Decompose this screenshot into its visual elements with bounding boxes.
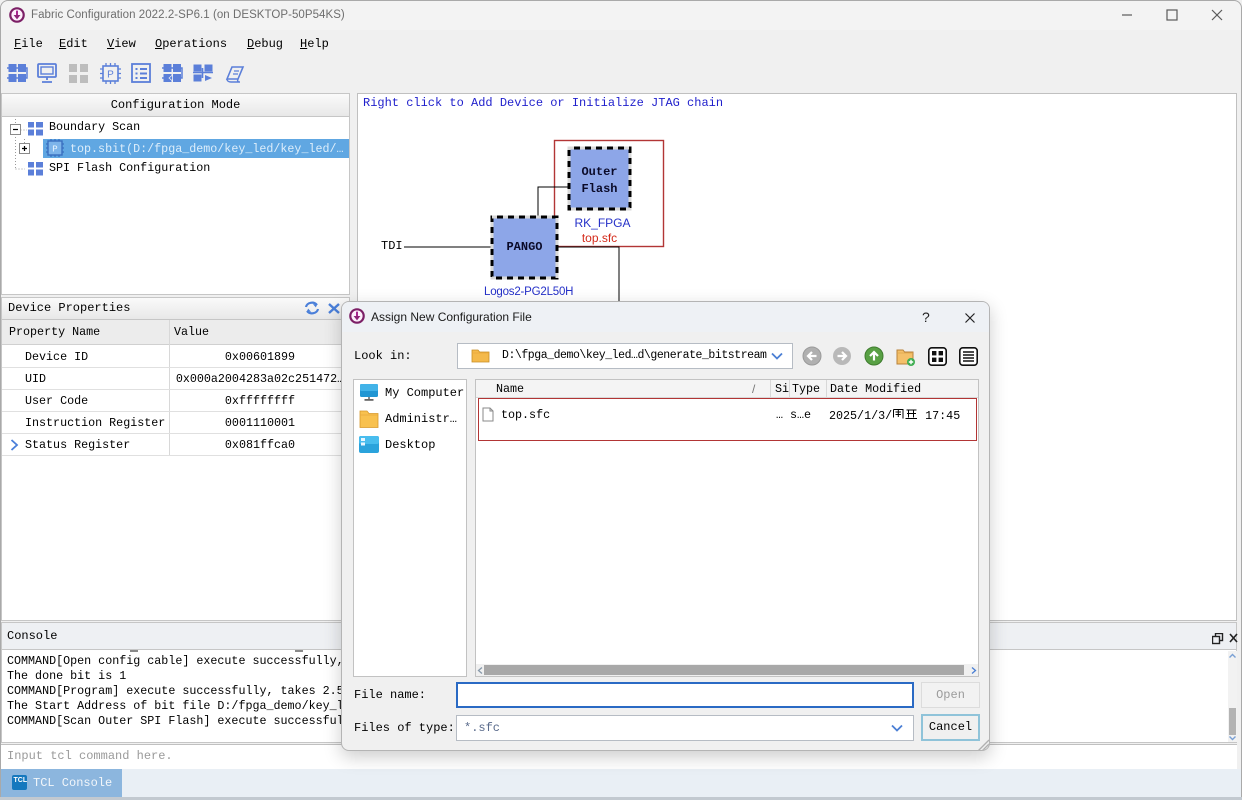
svg-text:P: P <box>52 145 57 155</box>
svg-text:P: P <box>107 70 114 81</box>
